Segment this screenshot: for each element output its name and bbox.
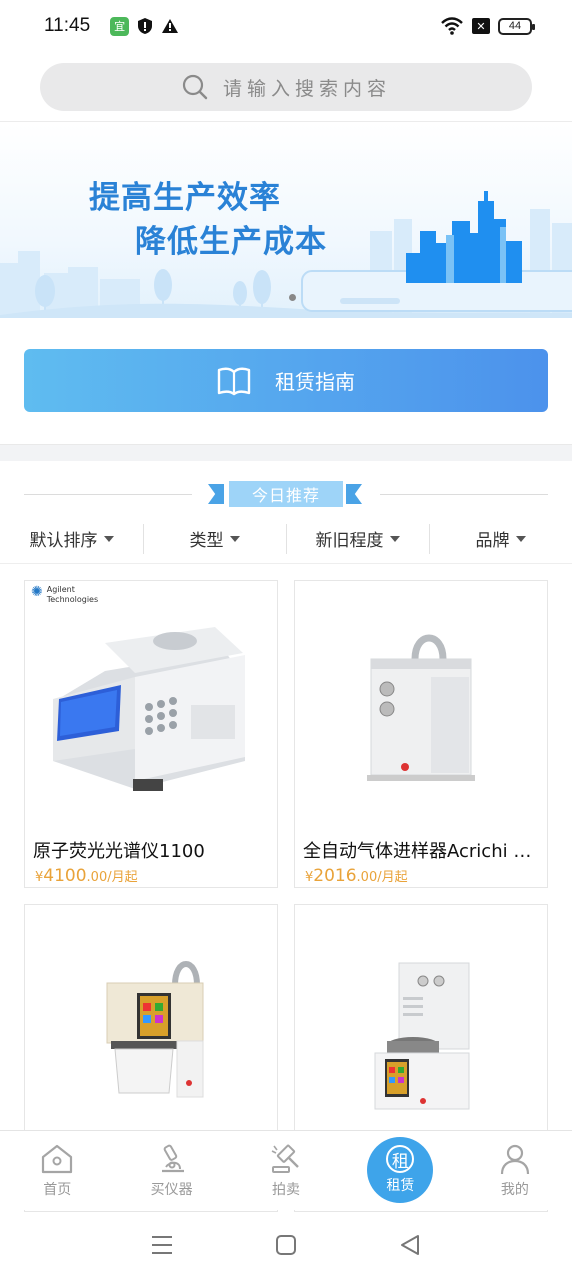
divider-line <box>24 494 192 495</box>
search-input[interactable]: 请输入搜索内容 <box>40 63 532 111</box>
section-divider <box>0 444 572 461</box>
filter-condition-label: 新旧程度 <box>315 531 384 551</box>
rental-guide-label: 租赁指南 <box>275 370 355 394</box>
filter-sort[interactable]: 默认排序 <box>0 524 143 554</box>
rent-icon: 租 <box>386 1145 415 1173</box>
banner-headline-2: 降低生产成本 <box>135 224 327 260</box>
tab-profile[interactable]: 我的 <box>458 1131 572 1210</box>
search-icon <box>182 74 208 100</box>
rental-guide-button[interactable]: 租赁指南 <box>24 349 548 412</box>
search-placeholder: 请输入搜索内容 <box>222 77 391 100</box>
status-time: 11:45 <box>44 15 91 36</box>
battery-indicator: 44 <box>498 17 535 35</box>
product-title: 原子荧光光谱仪1100 <box>33 841 205 862</box>
caret-down-icon <box>229 535 240 542</box>
shield-alert-icon <box>138 18 153 34</box>
tab-auction-label: 拍卖 <box>272 1182 301 1198</box>
product-image <box>374 962 470 1110</box>
bottom-tab-bar: 首页 买仪器 拍卖 租 租赁 我的 <box>0 1130 572 1210</box>
caret-down-icon <box>515 535 526 542</box>
home-square-icon[interactable] <box>275 1234 297 1256</box>
ribbon-left <box>208 484 224 504</box>
product-image <box>367 634 475 781</box>
menu-icon[interactable] <box>151 1235 173 1255</box>
system-navigation-bar <box>0 1210 572 1280</box>
tab-buy-instrument-label: 买仪器 <box>150 1182 193 1198</box>
tab-buy-instrument[interactable]: 买仪器 <box>114 1131 228 1210</box>
search-area: 请输入搜索内容 <box>0 52 572 122</box>
carousel-indicator <box>289 294 296 301</box>
ribbon-right <box>346 484 362 504</box>
back-triangle-icon[interactable] <box>399 1234 421 1256</box>
filter-condition[interactable]: 新旧程度 <box>286 523 429 554</box>
wifi-icon <box>441 17 463 35</box>
warning-icon <box>162 19 179 33</box>
tab-profile-label: 我的 <box>500 1182 529 1198</box>
product-card[interactable]: ✺ Agilent Technologies 原子荧光光谱仪1100 ¥4100.… <box>24 580 278 888</box>
filter-brand-label: 品牌 <box>475 531 510 551</box>
microscope-icon <box>161 1144 184 1173</box>
product-price: ¥4100.00/月起 <box>35 866 138 886</box>
tab-rental[interactable]: 租 租赁 <box>343 1131 457 1210</box>
home-icon <box>42 1144 73 1174</box>
notification-icons: 宜 <box>110 16 179 36</box>
caret-down-icon <box>103 535 114 542</box>
filter-sort-label: 默认排序 <box>29 531 98 551</box>
tab-home[interactable]: 首页 <box>0 1131 114 1210</box>
product-price: ¥2016.00/月起 <box>305 866 408 886</box>
caret-down-icon <box>389 535 400 542</box>
recommend-header: 今日推荐 <box>0 478 572 510</box>
filter-bar: 默认排序 类型 新旧程度 品牌 <box>0 514 572 564</box>
filter-type-label: 类型 <box>189 531 224 551</box>
user-icon <box>500 1144 529 1175</box>
book-icon <box>217 366 251 395</box>
tab-rental-active-indicator: 租 租赁 <box>367 1137 434 1203</box>
status-bar: 11:45 宜 ✕ 44 <box>0 0 572 52</box>
tab-rental-label: 租赁 <box>386 1178 415 1194</box>
product-card[interactable]: 全自动气体进样器Acrichi O... ¥2016.00/月起 <box>294 580 548 888</box>
gavel-icon <box>271 1144 299 1173</box>
filter-brand[interactable]: 品牌 <box>429 523 572 554</box>
product-image <box>106 961 204 1098</box>
no-sim-icon: ✕ <box>472 18 490 34</box>
promo-banner[interactable]: 提高生产效率 降低生产成本 <box>0 123 572 318</box>
status-right-icons: ✕ 44 <box>440 17 535 35</box>
app-notification-icon: 宜 <box>110 16 130 36</box>
recommend-title: 今日推荐 <box>229 481 343 507</box>
banner-headline-1: 提高生产效率 <box>89 180 281 216</box>
filter-type[interactable]: 类型 <box>143 523 286 554</box>
product-title: 全自动气体进样器Acrichi O... <box>303 841 543 862</box>
product-image <box>53 627 245 791</box>
tab-auction[interactable]: 拍卖 <box>229 1131 343 1210</box>
tab-home-label: 首页 <box>43 1182 72 1198</box>
divider-line <box>380 494 548 495</box>
